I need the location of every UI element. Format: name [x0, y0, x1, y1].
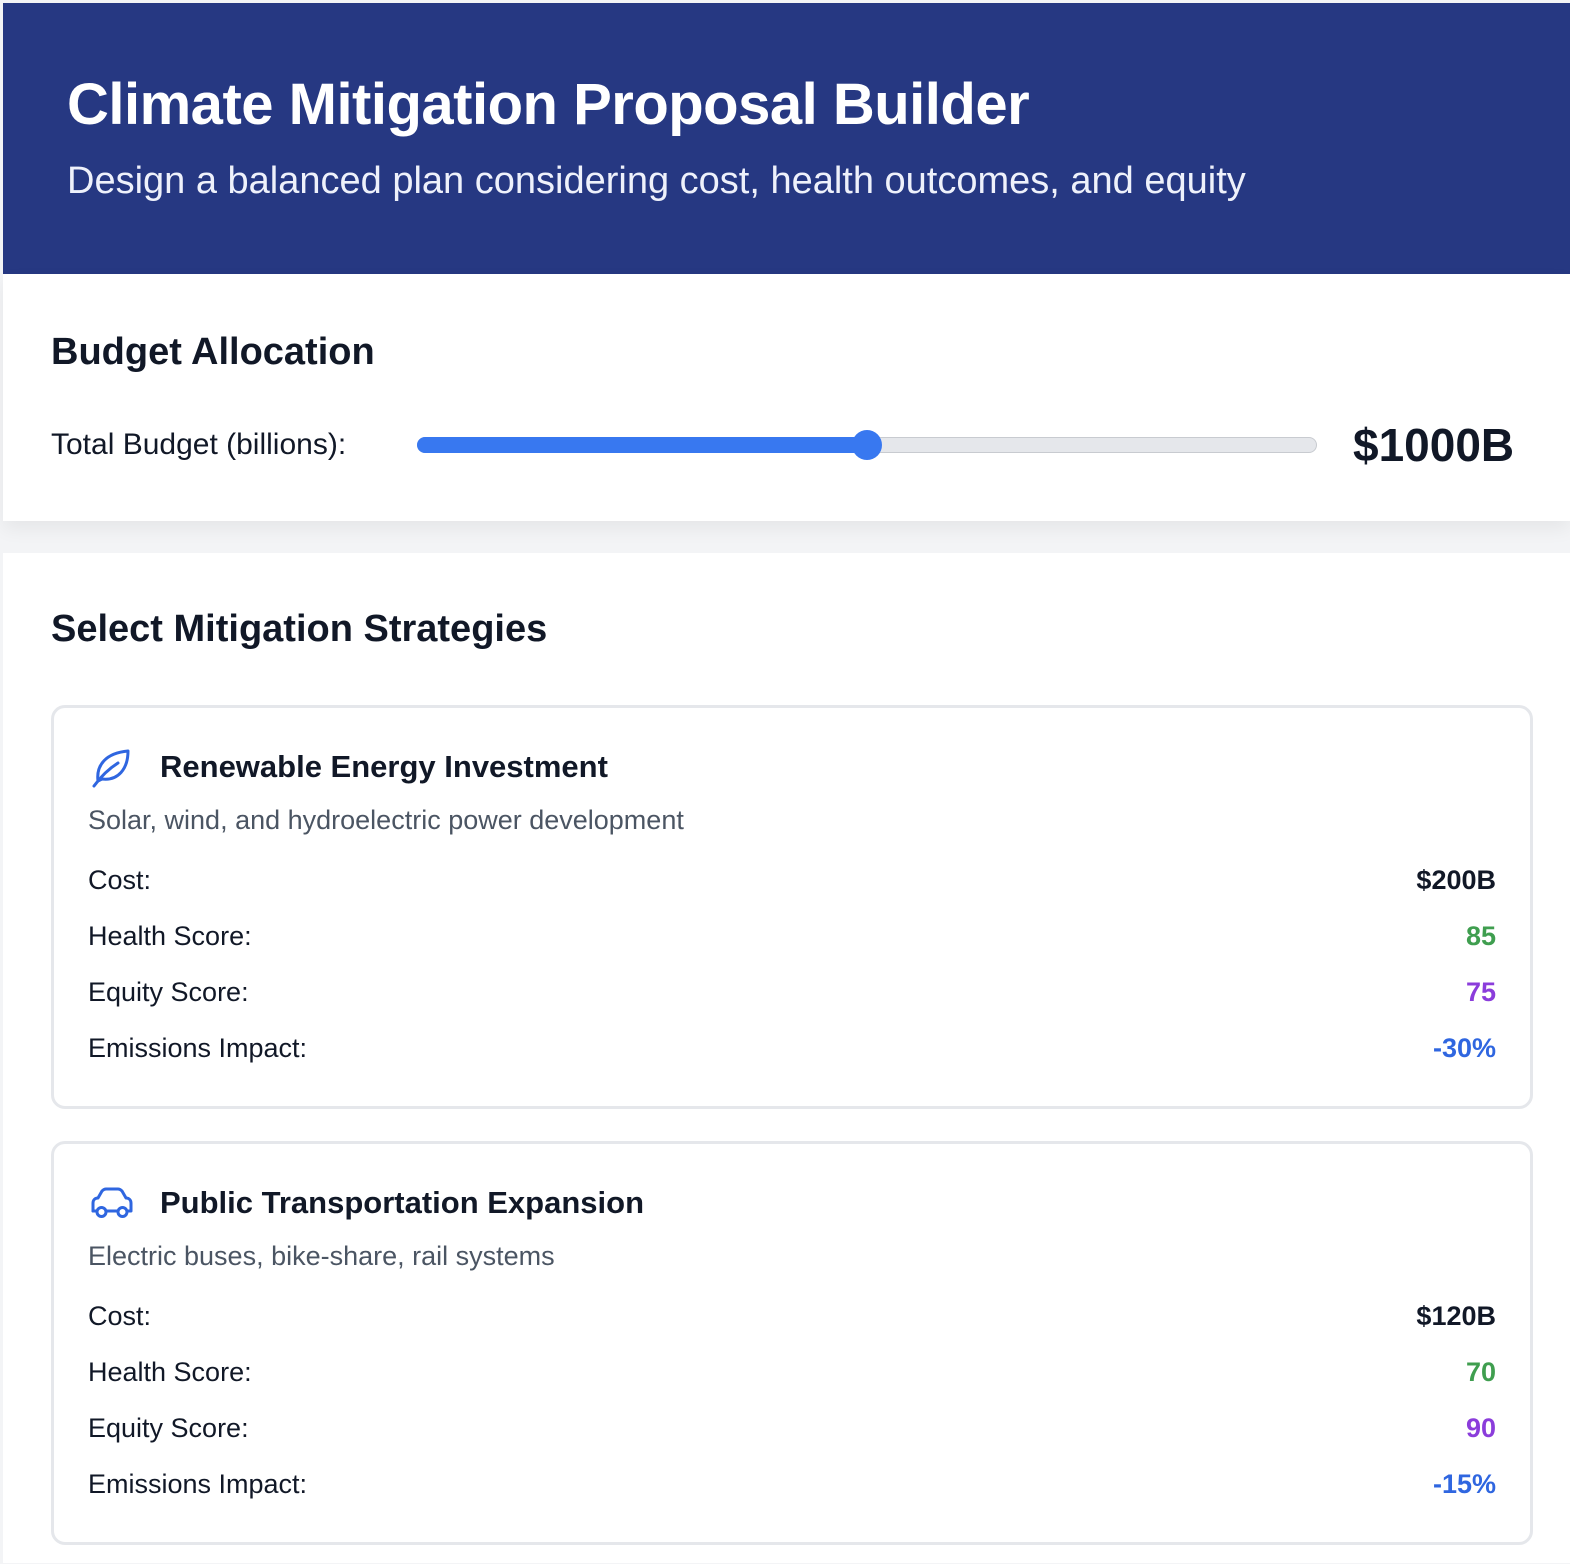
metric-cost: Cost: $120B [88, 1288, 1496, 1344]
budget-section-title: Budget Allocation [51, 331, 375, 373]
strategy-metrics: Cost: $200B Health Score: 85 Equity Scor… [88, 852, 1496, 1106]
metric-equity-label: Equity Score: [88, 1412, 249, 1443]
metric-health-label: Health Score: [88, 920, 252, 951]
strategy-card-header: Public Transportation Expansion [88, 1176, 1496, 1230]
leaf-icon [88, 743, 136, 791]
metric-cost-label: Cost: [88, 864, 152, 895]
metric-health: Health Score: 85 [88, 908, 1496, 964]
metric-equity-value: 90 [1465, 1412, 1496, 1443]
page-subtitle: Design a balanced plan considering cost,… [67, 160, 1246, 202]
strategies-section-title: Select Mitigation Strategies [51, 608, 548, 650]
metric-health-value: 85 [1465, 920, 1496, 951]
strategy-description: Electric buses, bike-share, rail systems [88, 1241, 555, 1271]
total-budget-label: Total Budget (billions): [51, 428, 347, 461]
car-icon [88, 1179, 136, 1227]
strategy-title: Public Transportation Expansion [160, 1185, 645, 1220]
total-budget-slider[interactable] [417, 430, 1317, 460]
metric-emissions-value: -15% [1432, 1468, 1496, 1499]
metric-equity: Equity Score: 90 [88, 1400, 1496, 1456]
metric-health: Health Score: 70 [88, 1344, 1496, 1400]
strategy-list: Renewable Energy Investment Solar, wind,… [51, 705, 1570, 1545]
metric-emissions-value: -30% [1432, 1032, 1496, 1063]
metric-health-label: Health Score: [88, 1356, 252, 1387]
app-root: Climate Mitigation Proposal Builder Desi… [3, 3, 1570, 1563]
strategy-card-renewable-energy[interactable]: Renewable Energy Investment Solar, wind,… [51, 705, 1533, 1109]
strategy-card-public-transportation[interactable]: Public Transportation Expansion Electric… [51, 1141, 1533, 1545]
strategy-title: Renewable Energy Investment [160, 749, 608, 784]
metric-equity-value: 75 [1465, 976, 1496, 1007]
strategy-metrics: Cost: $120B Health Score: 70 Equity Scor… [88, 1288, 1496, 1542]
metric-emissions: Emissions Impact: -15% [88, 1456, 1496, 1512]
metric-health-value: 70 [1465, 1356, 1496, 1387]
total-budget-value: $1000B [1353, 419, 1515, 471]
strategies-panel: Select Mitigation Strategies Renewable E… [3, 553, 1570, 1563]
strategy-description: Solar, wind, and hydroelectric power dev… [88, 805, 684, 835]
metric-cost-value: $200B [1416, 864, 1496, 895]
metric-cost-label: Cost: [88, 1300, 152, 1331]
metric-cost-value: $120B [1416, 1300, 1496, 1331]
metric-equity: Equity Score: 75 [88, 964, 1496, 1020]
budget-allocation-panel: Budget Allocation Total Budget (billions… [3, 274, 1570, 521]
page-header: Climate Mitigation Proposal Builder Desi… [3, 3, 1570, 274]
strategy-card-header: Renewable Energy Investment [88, 740, 1496, 794]
budget-row: Total Budget (billions): $1000B [51, 419, 1570, 471]
metric-emissions: Emissions Impact: -30% [88, 1020, 1496, 1076]
metric-emissions-label: Emissions Impact: [88, 1468, 308, 1499]
slider-thumb[interactable] [852, 430, 882, 460]
metric-cost: Cost: $200B [88, 852, 1496, 908]
metric-emissions-label: Emissions Impact: [88, 1032, 308, 1063]
slider-fill [417, 437, 868, 453]
metric-equity-label: Equity Score: [88, 976, 249, 1007]
page-title: Climate Mitigation Proposal Builder [67, 72, 1030, 137]
